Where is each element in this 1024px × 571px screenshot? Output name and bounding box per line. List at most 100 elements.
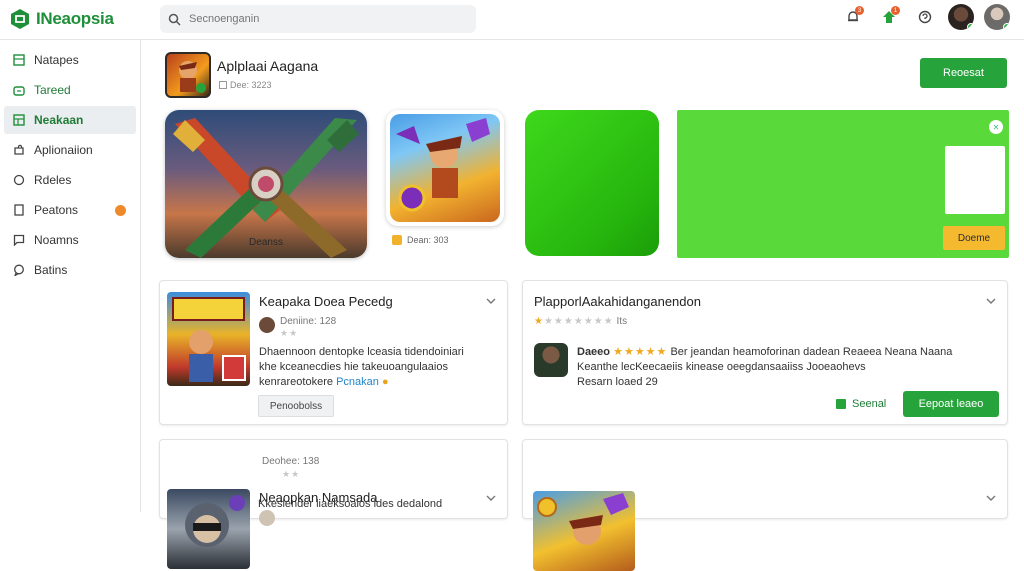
online-indicator — [967, 23, 974, 30]
review-card[interactable]: PlapporlAakahidanganendon ★★★★★★★★ Its D… — [522, 280, 1008, 425]
reviewer-name: Daeeo — [577, 346, 611, 358]
sidebar-item-label: Natapes — [34, 53, 79, 67]
caption-text: Dean: 303 — [407, 235, 449, 245]
app-logo[interactable]: INeaopsia — [10, 8, 114, 30]
game-card[interactable]: Keapaka Doea Pecedg Deniine: 128 ★★ Dhae… — [159, 280, 508, 425]
rating-stars: ★★ — [282, 469, 301, 479]
secondary-link[interactable]: Seenal — [836, 398, 886, 410]
desc-line: kenrareotokere Pcnakan ● — [259, 375, 464, 390]
notifications-button[interactable]: 3 — [840, 4, 866, 30]
rating-stars: ★★★★★ — [613, 346, 668, 358]
page-title: Aplplaai Aagana — [217, 58, 319, 74]
sidebar-item-label: Rdeles — [34, 173, 72, 187]
link-label: Seenal — [852, 398, 887, 410]
apps-icon — [12, 114, 25, 127]
circle-icon — [12, 174, 25, 187]
sidebar-item-label: Peatons — [34, 203, 79, 217]
desc-line: Resarn loaed 29 — [577, 376, 658, 388]
desc-line: khe kceanecdies hie takeuoangulaaios — [259, 361, 448, 373]
sidebar-item-noamns[interactable]: Noamns — [4, 226, 136, 254]
card-title: Keapaka Doea Pecedg — [259, 294, 393, 309]
chat-icon — [12, 234, 25, 247]
game-character-icon — [179, 61, 206, 93]
desc-line: Keanthe lecKeecaeiis kinease oeegdansaai… — [577, 361, 866, 373]
screenshot-2-image — [390, 114, 500, 222]
promo-card — [945, 146, 1005, 214]
emoji-icon: ● — [381, 376, 389, 388]
rating-stars: ★ — [534, 316, 544, 327]
sidebar-item-rdeles[interactable]: Rdeles — [4, 166, 136, 194]
sidebar-badge — [115, 204, 126, 216]
header-action-button[interactable]: Reoesat — [920, 58, 1007, 88]
chevron-down-icon[interactable] — [985, 492, 997, 504]
desc-text: Ber jeandan heamoforinan dadean Reaeea N… — [670, 346, 953, 358]
card-description: Dhaennoon dentopke lceasia tidendoiniari… — [259, 345, 464, 390]
subtitle-text: Dee: 3223 — [230, 80, 272, 90]
rating-stars: ★★ — [280, 328, 299, 338]
rating-row: ★★★★★★★★ Its — [534, 316, 627, 327]
chevron-down-icon[interactable] — [485, 295, 497, 307]
game-thumbnail — [167, 489, 250, 569]
desc-text: kenrareotokere — [259, 376, 333, 388]
grid-icon — [12, 54, 25, 67]
promo-button[interactable]: Doeme — [943, 226, 1005, 250]
card-meta: Deniine: 128 — [280, 316, 337, 327]
game-hero-image — [396, 118, 490, 212]
card-meta: Deohee: 138 — [262, 456, 320, 467]
game-art-image — [185, 495, 245, 547]
sidebar-item-peatons[interactable]: Peatons — [4, 196, 136, 224]
sidebar-item-label: Batins — [34, 263, 68, 277]
chevron-down-icon[interactable] — [485, 492, 497, 504]
game-thumbnail — [533, 491, 635, 571]
close-icon[interactable]: ✕ — [989, 120, 1003, 134]
desc-line: Dhaennoon dentopke lceasia tidendoiniari — [259, 346, 464, 358]
primary-action-button[interactable]: Eepoat leaeo — [903, 391, 999, 417]
avatar-user-1[interactable] — [948, 4, 974, 30]
sidebar-item-label: Aplionaiion — [34, 143, 93, 157]
updates-badge: 1 — [891, 6, 900, 15]
card-tag-button[interactable]: Penoobolss — [258, 395, 334, 417]
updates-button[interactable]: 1 — [876, 4, 902, 30]
sidebar: Natapes Tareed Neakaan Aplionaiion Rdele… — [0, 40, 141, 512]
chevron-down-icon[interactable] — [985, 295, 997, 307]
online-indicator — [1003, 23, 1010, 30]
document-icon — [12, 204, 25, 217]
sidebar-item-batins[interactable]: Batins — [4, 256, 136, 284]
screenshot-1[interactable]: Deanss — [165, 110, 367, 258]
screenshot-2[interactable] — [386, 110, 504, 226]
coin-icon — [392, 235, 402, 245]
avatar — [259, 510, 275, 526]
screenshot-1-label: Deanss — [249, 237, 283, 248]
game-card[interactable] — [522, 439, 1008, 571]
top-icons: 3 1 — [840, 4, 1010, 30]
help-icon — [918, 10, 932, 24]
store-icon — [12, 84, 25, 97]
message-icon — [12, 264, 25, 277]
search-input[interactable] — [189, 13, 449, 25]
page-subtitle: Dee: 3223 — [219, 80, 272, 90]
screenshot-2-caption: Dean: 303 — [392, 235, 449, 245]
card-title: PlapporlAakahidanganendon — [534, 294, 701, 309]
avatar — [259, 317, 275, 333]
game-art-image — [537, 493, 629, 545]
sidebar-item-label: Noamns — [34, 233, 79, 247]
puzzle-icon — [12, 144, 25, 157]
square-icon — [836, 399, 846, 409]
sidebar-item-tareed[interactable]: Tareed — [4, 76, 136, 104]
card-link[interactable]: Pcnakan — [336, 376, 379, 388]
app-name: INeaopsia — [36, 9, 114, 28]
reviewer-avatar — [534, 343, 568, 377]
screenshot-3[interactable] — [525, 110, 659, 256]
logo-icon — [11, 9, 29, 29]
sidebar-item-neakaan[interactable]: Neakaan — [4, 106, 136, 134]
help-button[interactable] — [912, 4, 938, 30]
calendar-icon — [219, 81, 227, 89]
review-text: Daeeo ★★★★★ Ber jeandan heamoforinan dad… — [577, 345, 952, 390]
sidebar-item-aplionaiion[interactable]: Aplionaiion — [4, 136, 136, 164]
promo-banner[interactable]: ✕ Doeme — [677, 110, 1009, 258]
avatar-user-2[interactable] — [984, 4, 1010, 30]
sidebar-item-natapes[interactable]: Natapes — [4, 46, 136, 74]
search-bar[interactable] — [160, 5, 476, 33]
main-content: Aplplaai Aagana Dee: 3223 Reoesat Deanss — [141, 40, 1024, 571]
rating-stars-empty: ★★★★★★★ — [543, 316, 614, 327]
